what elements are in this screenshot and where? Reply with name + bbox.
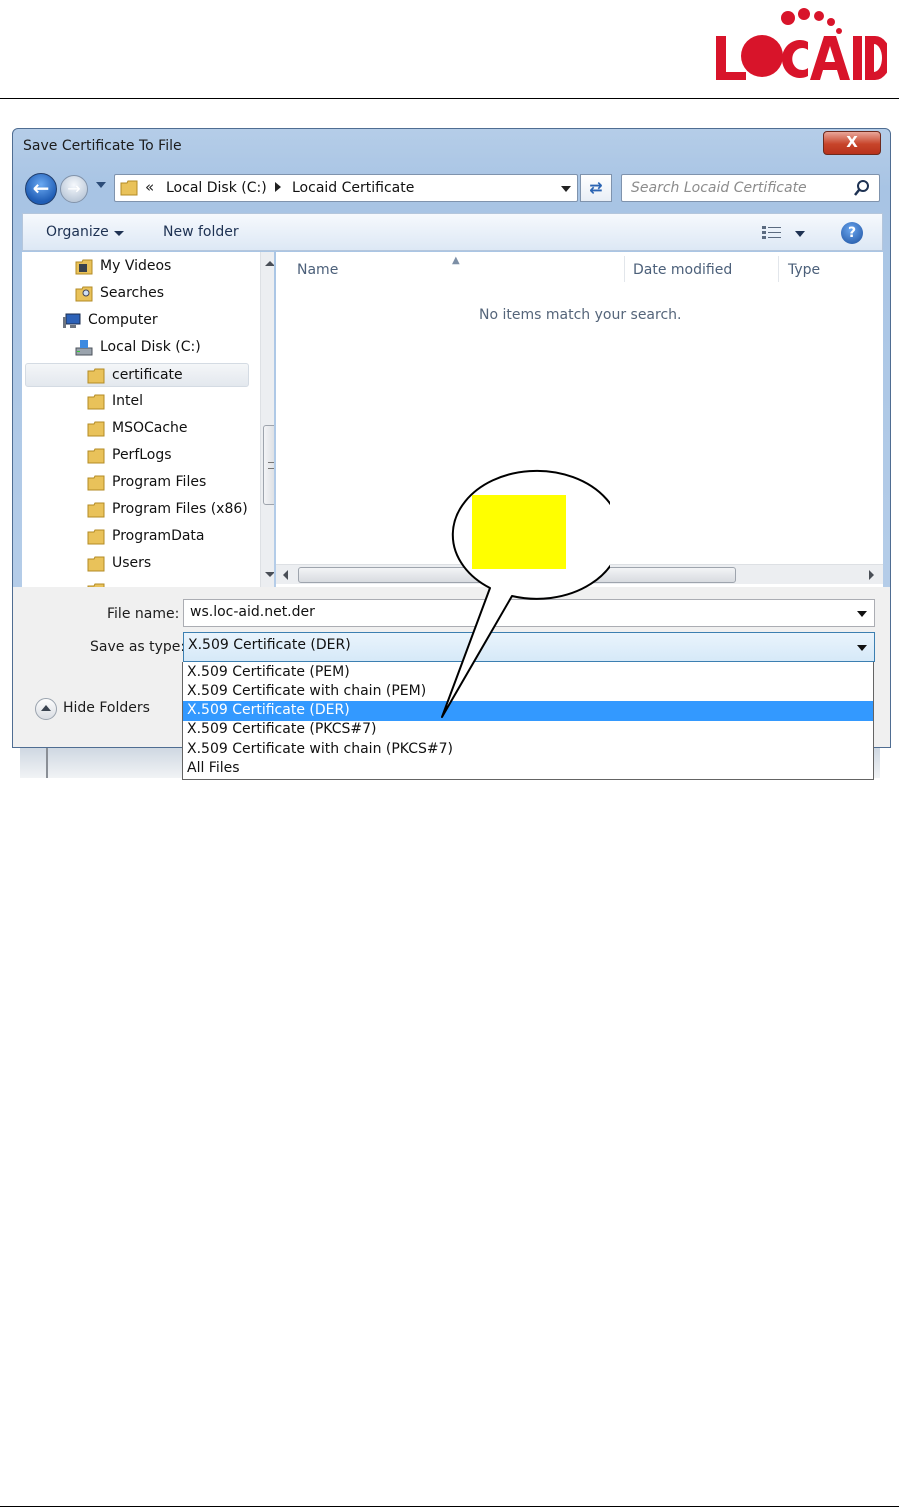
header-rule bbox=[0, 98, 899, 99]
column-header-type[interactable]: Type bbox=[788, 262, 820, 278]
grip-icon bbox=[268, 462, 274, 469]
navigation-pane: My Videos Searches Computer Local Disk (… bbox=[22, 252, 274, 587]
navigation-scrollbar[interactable] bbox=[260, 252, 274, 587]
column-divider[interactable] bbox=[624, 256, 625, 282]
back-button[interactable]: ← bbox=[25, 173, 57, 205]
nav-item-certificate[interactable]: certificate bbox=[25, 363, 249, 387]
folder-icon bbox=[87, 421, 105, 437]
folder-icon bbox=[87, 394, 105, 410]
callout-annotation bbox=[441, 469, 610, 718]
overflow-chevron[interactable]: « bbox=[145, 178, 154, 196]
scroll-up-icon[interactable] bbox=[265, 261, 274, 266]
column-divider[interactable] bbox=[778, 256, 779, 282]
chevron-up-icon bbox=[35, 698, 57, 720]
breadcrumb-local-disk[interactable]: Local Disk (C:) bbox=[166, 180, 267, 196]
callout-highlight bbox=[472, 495, 566, 569]
empty-message: No items match your search. bbox=[479, 307, 682, 323]
scroll-down-icon[interactable] bbox=[265, 572, 274, 577]
address-dropdown-icon[interactable] bbox=[561, 186, 571, 192]
searches-folder-icon bbox=[75, 286, 93, 302]
dropdown-option[interactable]: All Files bbox=[183, 759, 873, 779]
dropdown-option[interactable]: X.509 Certificate with chain (PKCS#7) bbox=[183, 740, 873, 760]
sort-ascending-icon: ▲ bbox=[452, 255, 460, 266]
close-button[interactable]: X bbox=[823, 131, 881, 155]
locaid-logo bbox=[716, 8, 887, 80]
computer-icon bbox=[63, 313, 81, 328]
help-icon[interactable]: ? bbox=[841, 222, 863, 244]
organize-button[interactable]: Organize bbox=[46, 224, 109, 240]
hide-folders-label: Hide Folders bbox=[63, 700, 150, 716]
videos-folder-icon bbox=[75, 259, 93, 275]
recent-locations-dropdown[interactable] bbox=[96, 182, 106, 188]
breadcrumb-locaid-certificate[interactable]: Locaid Certificate bbox=[292, 180, 414, 196]
chevron-down-icon[interactable] bbox=[857, 611, 867, 617]
views-dropdown-icon[interactable] bbox=[795, 231, 805, 237]
address-bar[interactable]: « Local Disk (C:) Locaid Certificate bbox=[114, 174, 578, 202]
folder-icon bbox=[87, 529, 105, 545]
scroll-left-icon[interactable] bbox=[283, 570, 288, 580]
chevron-down-icon[interactable] bbox=[857, 645, 867, 651]
file-name-label: File name: bbox=[107, 606, 180, 622]
forward-button[interactable]: → bbox=[60, 175, 88, 203]
column-header-name[interactable]: Name bbox=[297, 262, 338, 278]
scroll-right-icon[interactable] bbox=[869, 570, 874, 580]
views-icon[interactable] bbox=[761, 225, 783, 241]
folder-icon bbox=[87, 368, 105, 384]
folder-icon bbox=[87, 475, 105, 491]
toolbar: Organize New folder ? bbox=[22, 213, 883, 251]
save-as-type-label: Save as type: bbox=[90, 639, 186, 655]
folder-icon bbox=[87, 448, 105, 464]
file-name-value[interactable]: ws.loc-aid.net.der bbox=[190, 604, 315, 620]
scroll-thumb[interactable] bbox=[263, 425, 274, 505]
folder-icon bbox=[120, 180, 138, 196]
new-folder-button[interactable]: New folder bbox=[163, 224, 239, 240]
window-title: Save Certificate To File bbox=[23, 138, 182, 154]
folder-icon bbox=[87, 502, 105, 518]
folder-icon bbox=[87, 556, 105, 572]
breadcrumb-separator-icon[interactable] bbox=[275, 182, 281, 192]
save-as-type-value[interactable]: X.509 Certificate (DER) bbox=[188, 637, 351, 653]
chevron-down-icon[interactable] bbox=[114, 231, 124, 236]
footer-rule bbox=[0, 1506, 899, 1507]
column-header-date-modified[interactable]: Date modified bbox=[633, 262, 732, 278]
search-placeholder: Search Locaid Certificate bbox=[631, 180, 807, 196]
refresh-button[interactable]: ⇄ bbox=[580, 174, 612, 202]
local-disk-icon bbox=[75, 340, 93, 356]
search-input[interactable]: Search Locaid Certificate bbox=[621, 174, 880, 202]
search-icon[interactable] bbox=[853, 179, 871, 197]
